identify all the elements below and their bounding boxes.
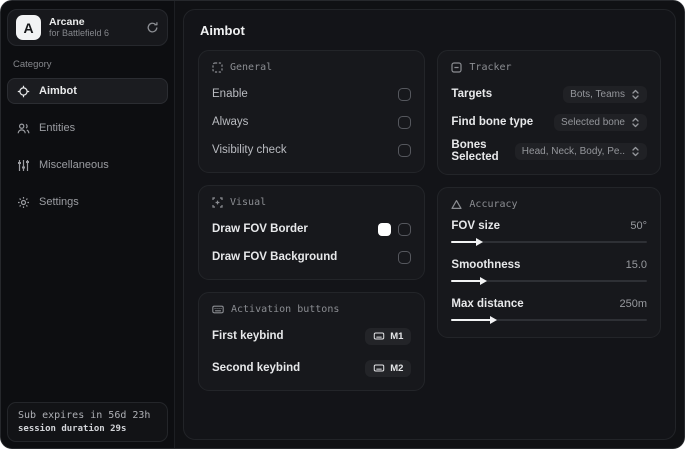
brand-subtitle: for Battlefield 6 xyxy=(49,28,110,39)
dropdown-value: Bots, Teams xyxy=(570,88,625,100)
sidebar-item-label: Settings xyxy=(39,196,79,208)
setting-label: Draw FOV Background xyxy=(212,251,338,263)
crosshair-icon xyxy=(17,85,30,98)
setting-row: FOV size 50° xyxy=(451,220,647,248)
sidebar: A Arcane for Battlefield 6 Category Aimb… xyxy=(1,1,175,448)
keyboard-icon xyxy=(373,332,385,340)
sidebar-item-miscellaneous[interactable]: Miscellaneous xyxy=(7,152,168,178)
always-checkbox[interactable] xyxy=(398,115,412,129)
setting-label: FOV size xyxy=(451,220,500,232)
sidebar-item-label: Entities xyxy=(39,122,76,134)
max-distance-slider[interactable] xyxy=(451,314,647,326)
app-window: A Arcane for Battlefield 6 Category Aimb… xyxy=(0,0,685,449)
slider-thumb[interactable] xyxy=(489,315,497,324)
setting-row: Smoothness 15.0 xyxy=(451,259,647,287)
card-title: Tracker xyxy=(469,62,512,73)
users-icon xyxy=(17,122,30,135)
sidebar-item-label: Miscellaneous xyxy=(39,159,109,171)
setting-row: First keybind M1 xyxy=(212,325,412,347)
slider-value: 250m xyxy=(619,298,647,310)
setting-label: Enable xyxy=(212,88,248,100)
slider-thumb[interactable] xyxy=(475,237,483,246)
setting-row: Second keybind M2 xyxy=(212,357,412,379)
card-title: Accuracy xyxy=(469,199,518,210)
setting-row: Draw FOV Border xyxy=(212,218,412,240)
brand-name: Arcane xyxy=(49,16,85,29)
dropdown-value: Head, Neck, Body, Pe.. xyxy=(521,145,625,157)
setting-row: Draw FOV Background xyxy=(212,246,412,268)
keybind-value: M2 xyxy=(390,362,404,374)
slider-value: 50° xyxy=(630,220,647,232)
sidebar-item-label: Aimbot xyxy=(39,85,77,97)
setting-row: Enable xyxy=(212,83,412,105)
setting-row: Targets Bots, Teams xyxy=(451,83,647,105)
page-title: Aimbot xyxy=(200,23,245,38)
general-card: General Enable Always Visibility check xyxy=(198,50,426,173)
bones-selected-dropdown[interactable]: Head, Neck, Body, Pe.. xyxy=(514,142,647,160)
sidebar-item-entities[interactable]: Entities xyxy=(7,115,168,141)
setting-label: Max distance xyxy=(451,298,524,310)
app-logo: A xyxy=(16,15,41,40)
setting-row: Find bone type Selected bone xyxy=(451,111,647,133)
unfold-icon xyxy=(632,146,639,156)
setting-label: Targets xyxy=(451,88,493,100)
targets-dropdown[interactable]: Bots, Teams xyxy=(563,85,647,103)
sidebar-item-aimbot[interactable]: Aimbot xyxy=(7,78,168,104)
frame-plus-icon xyxy=(212,197,223,208)
accuracy-card: Accuracy FOV size 50° Smoothness 15.0 Ma… xyxy=(437,187,661,338)
dashed-square-icon xyxy=(212,62,223,73)
setting-label: Visibility check xyxy=(212,144,287,156)
setting-row: Visibility check xyxy=(212,139,412,161)
visual-card: Visual Draw FOV Border Draw FOV Backgrou… xyxy=(198,185,426,280)
square-minus-icon xyxy=(451,62,463,73)
setting-row: Always xyxy=(212,111,412,133)
setting-label: Second keybind xyxy=(212,362,301,374)
setting-label: Smoothness xyxy=(451,259,521,271)
setting-row: Max distance 250m xyxy=(451,298,647,326)
sidebar-nav: Aimbot Entities Miscellaneous Settings xyxy=(7,78,168,220)
keyboard-icon xyxy=(212,305,224,314)
dropdown-value: Selected bone xyxy=(561,116,625,128)
visibility-check-checkbox[interactable] xyxy=(398,143,412,157)
tracker-card: Tracker Targets Bots, Teams Find bone ty… xyxy=(437,50,661,175)
sub-expires-text: Sub expires in 56d 23h xyxy=(18,410,151,421)
gear-icon xyxy=(17,196,30,209)
main-panel: Aimbot General Enable Always Visibility … xyxy=(183,9,676,440)
activation-card: Activation buttons First keybind M1 Seco… xyxy=(198,292,426,391)
setting-label: Always xyxy=(212,116,249,128)
smoothness-slider[interactable] xyxy=(451,275,647,287)
setting-label: First keybind xyxy=(212,330,284,342)
main-area: Aimbot General Enable Always Visibility … xyxy=(175,1,684,448)
fov-border-color-swatch[interactable] xyxy=(378,222,392,236)
triangle-icon xyxy=(451,200,463,209)
category-label: Category xyxy=(13,59,52,70)
setting-label: Bones Selected xyxy=(451,139,499,163)
session-duration-text: session duration 29s xyxy=(18,424,127,434)
subscription-info: Sub expires in 56d 23h session duration … xyxy=(7,402,168,442)
card-title: General xyxy=(230,62,273,73)
unfold-icon xyxy=(632,89,639,99)
slider-value: 15.0 xyxy=(625,259,647,271)
unfold-icon xyxy=(632,117,639,127)
refresh-icon[interactable] xyxy=(146,21,159,34)
card-title: Visual xyxy=(230,197,267,208)
keyboard-icon xyxy=(373,364,385,372)
draw-fov-border-checkbox[interactable] xyxy=(398,222,412,236)
draw-fov-background-checkbox[interactable] xyxy=(398,250,412,264)
setting-label: Draw FOV Border xyxy=(212,223,308,235)
brand-card: A Arcane for Battlefield 6 xyxy=(7,9,168,46)
fov-size-slider[interactable] xyxy=(451,236,647,248)
card-title: Activation buttons xyxy=(231,304,340,315)
first-keybind-button[interactable]: M1 xyxy=(365,327,412,345)
sliders-icon xyxy=(17,159,30,172)
sidebar-item-settings[interactable]: Settings xyxy=(7,189,168,215)
find-bone-type-dropdown[interactable]: Selected bone xyxy=(554,113,647,131)
second-keybind-button[interactable]: M2 xyxy=(365,359,412,377)
setting-row: Bones Selected Head, Neck, Body, Pe.. xyxy=(451,139,647,163)
setting-label: Find bone type xyxy=(451,116,534,128)
keybind-value: M1 xyxy=(390,330,404,342)
enable-checkbox[interactable] xyxy=(398,87,412,101)
slider-thumb[interactable] xyxy=(479,276,487,285)
